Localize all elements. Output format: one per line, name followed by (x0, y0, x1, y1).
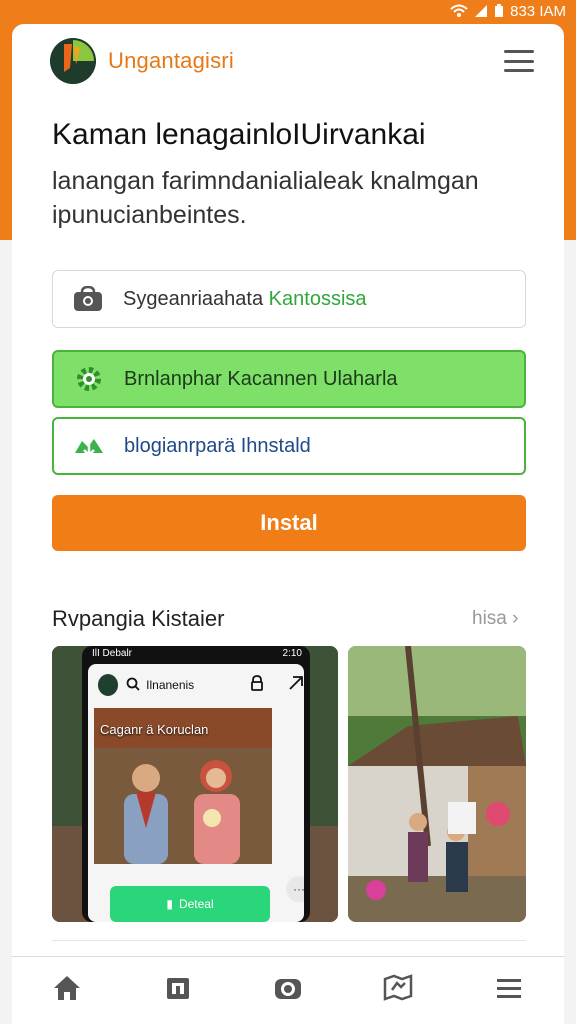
page-title: Kaman lenagainloIUirvankai (52, 118, 426, 151)
map-icon (383, 974, 413, 1007)
search-icon (126, 677, 140, 694)
lock-icon (250, 674, 264, 696)
screenshot-2[interactable] (348, 646, 526, 922)
outline-button[interactable]: blogianrparä Ihnstald (52, 417, 526, 475)
store-label-text: Sygeanriaahata (123, 287, 269, 310)
nav-menu[interactable] (489, 971, 529, 1011)
outline-button-label: blogianrparä Ihnstald (124, 434, 311, 457)
nav-camera[interactable] (268, 971, 308, 1011)
screenshot-1[interactable]: IlI Debalr 2:10 Ilnanenis Caganr ä Koruc… (52, 646, 338, 922)
phone-status-bar: IlI Debalr 2:10 (92, 648, 302, 662)
menu-bar-line (504, 69, 534, 72)
see-all-link[interactable]: hisa › (472, 608, 518, 630)
store-button-label: Sygeanriaahata Kantossisa (123, 288, 367, 311)
phone-time: 2:10 (282, 648, 302, 659)
phone-photo: Caganr ä Koruclan (94, 708, 272, 864)
install-icon (72, 429, 106, 463)
top-bar: Ungantagisri (12, 24, 564, 104)
nav-home[interactable] (47, 971, 87, 1011)
phone-screen: Ilnanenis Caganr ä Koruclan ▮ Deteal ··· (88, 664, 304, 922)
phone-install-icon: ▮ (166, 897, 173, 911)
app-card: Ungantagisri Kaman lenagainloIUirvankai … (12, 24, 564, 1024)
phone-search: Ilnanenis (126, 677, 236, 694)
phone-install-button: ▮ Deteal (110, 886, 270, 922)
phone-mockup: IlI Debalr 2:10 Ilnanenis Caganr ä Koruc… (82, 646, 310, 922)
store-button[interactable]: Sygeanriaahata Kantossisa (52, 270, 526, 328)
store-label-highlight: Kantossisa (268, 287, 367, 310)
nav-map[interactable] (378, 971, 418, 1011)
home-icon (52, 974, 82, 1007)
battery-icon (494, 4, 504, 18)
signal-icon (474, 4, 488, 18)
menu-bar-line (504, 59, 534, 63)
phone-install-label: Deteal (178, 897, 214, 911)
share-icon (288, 675, 304, 696)
green-button-label: Brnlanphar Kacannen Ulaharla (124, 367, 398, 390)
bottom-navigation (12, 956, 564, 1024)
bag-icon (71, 282, 105, 316)
status-bar: 833 IAM (0, 0, 576, 22)
phone-search-text: Ilnanenis (146, 678, 195, 692)
status-time: 833 IAM (510, 2, 566, 20)
primary-green-button[interactable]: Brnlanphar Kacannen Ulaharla (52, 350, 526, 408)
brand-name: Ungantagisri (108, 48, 234, 73)
camera-icon (273, 974, 303, 1007)
phone-operator: IlI Debalr (92, 648, 133, 659)
phone-photo-caption: Caganr ä Koruclan (100, 722, 209, 737)
village-photo (348, 646, 526, 922)
menu-bar-line (504, 50, 534, 53)
app-logo (50, 38, 96, 84)
store-icon (164, 974, 192, 1007)
phone-app-logo (98, 674, 119, 696)
gear-icon (72, 362, 106, 396)
nav-store[interactable] (158, 971, 198, 1011)
phone-more-button: ··· (286, 876, 304, 902)
page-subtitle: lanangan farimndanialialeak knalmgan ipu… (52, 167, 479, 229)
wifi-icon (450, 4, 468, 18)
hamburger-menu-button[interactable] (504, 50, 534, 72)
install-button[interactable]: Instal (52, 495, 526, 551)
divider (52, 940, 526, 941)
screenshots-section-title: Rvpangia Kistaier (52, 606, 225, 631)
phone-top-bar: Ilnanenis (88, 664, 304, 706)
menu-icon (495, 976, 523, 1005)
